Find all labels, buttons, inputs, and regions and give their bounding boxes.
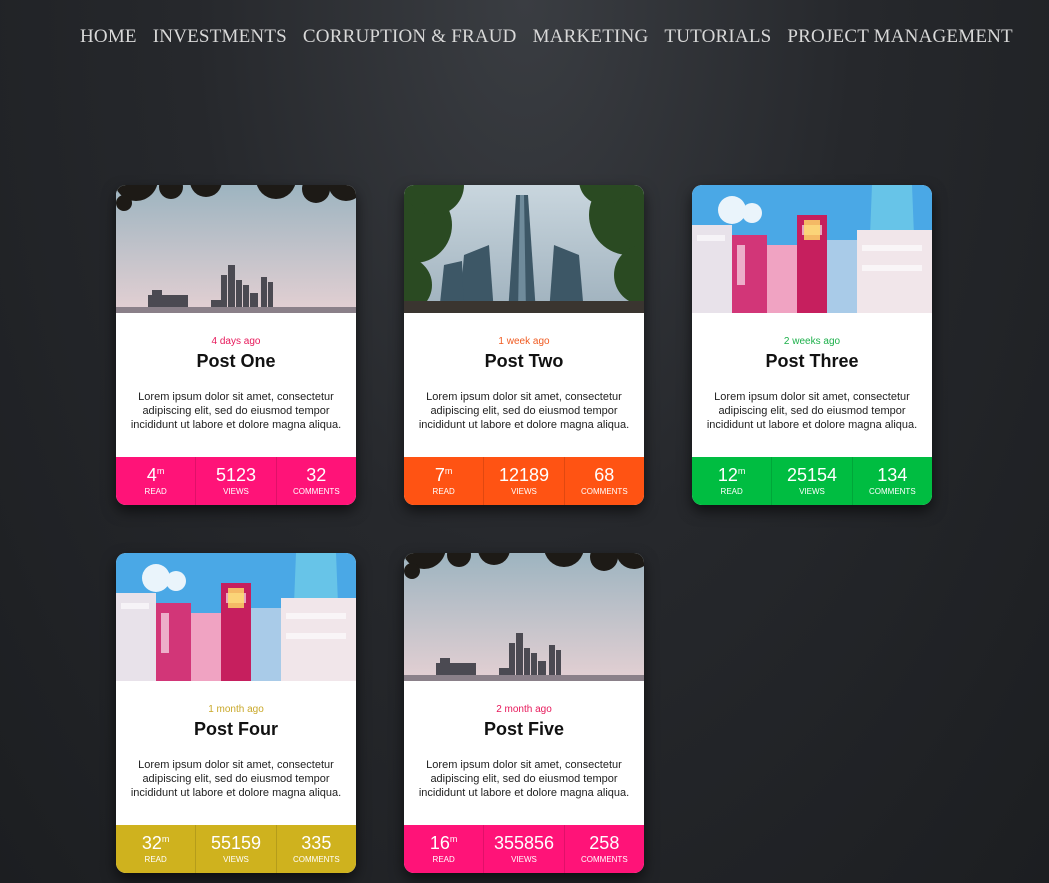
comments-label: COMMENTS xyxy=(580,855,628,864)
read-time-value: 16 xyxy=(429,833,450,853)
views-value: 12189 xyxy=(498,465,550,485)
post-stats: 12m READ 25154 VIEWS 134 COMMENTS xyxy=(692,457,932,505)
post-card[interactable]: 2 month ago Post Five Lorem ipsum dolor … xyxy=(404,553,644,873)
read-time-stat: 4m READ xyxy=(116,457,197,505)
post-date: 4 days ago xyxy=(211,336,261,347)
post-stats: 32m READ 55159 VIEWS 335 COMMENTS xyxy=(116,825,356,873)
post-stats: 4m READ 5123 VIEWS 32 COMMENTS xyxy=(116,457,356,505)
read-time-value: 7 xyxy=(434,465,445,485)
post-title[interactable]: Post Four xyxy=(116,718,356,740)
post-date: 2 month ago xyxy=(496,704,552,715)
views-stat: 25154 VIEWS xyxy=(772,457,853,505)
views-label: VIEWS xyxy=(223,487,249,496)
views-label: VIEWS xyxy=(223,855,249,864)
city-signs-image xyxy=(692,185,932,313)
read-time-unit: m xyxy=(161,834,170,844)
read-time-value: 32 xyxy=(141,833,162,853)
comments-value: 32 xyxy=(306,465,327,485)
read-label: READ xyxy=(144,487,167,496)
comments-value: 258 xyxy=(589,833,620,853)
post-title[interactable]: Post Two xyxy=(404,350,644,372)
main-nav: HOME INVESTMENTS CORRUPTION & FRAUD MARK… xyxy=(80,26,1013,48)
post-excerpt: Lorem ipsum dolor sit amet, consectetur … xyxy=(130,391,342,431)
views-value: 5123 xyxy=(215,465,257,485)
tower-image xyxy=(404,185,644,313)
comments-stat[interactable]: 32 COMMENTS xyxy=(277,457,356,505)
comments-label: COMMENTS xyxy=(292,487,340,496)
skyline-image xyxy=(116,185,356,313)
views-stat: 355856 VIEWS xyxy=(484,825,565,873)
post-stats: 16m READ 355856 VIEWS 258 COMMENTS xyxy=(404,825,644,873)
post-title[interactable]: Post One xyxy=(116,350,356,372)
views-stat: 55159 VIEWS xyxy=(196,825,277,873)
read-time-stat: 12m READ xyxy=(692,457,773,505)
post-card[interactable]: 1 month ago Post Four Lorem ipsum dolor … xyxy=(116,553,356,873)
read-time-value: 12 xyxy=(717,465,738,485)
comments-stat[interactable]: 335 COMMENTS xyxy=(277,825,356,873)
nav-home[interactable]: HOME xyxy=(80,26,137,48)
read-time-unit: m xyxy=(449,834,458,844)
read-time-unit: m xyxy=(156,466,165,476)
read-time-value: 4 xyxy=(146,465,157,485)
post-date: 2 weeks ago xyxy=(783,336,841,347)
views-stat: 12189 VIEWS xyxy=(484,457,565,505)
comments-label: COMMENTS xyxy=(292,855,340,864)
read-label: READ xyxy=(720,487,743,496)
views-value: 55159 xyxy=(210,833,262,853)
post-date: 1 month ago xyxy=(208,704,264,715)
read-time-stat: 16m READ xyxy=(404,825,485,873)
post-card[interactable]: 2 weeks ago Post Three Lorem ipsum dolor… xyxy=(692,185,932,505)
nav-marketing[interactable]: MARKETING xyxy=(533,26,649,48)
post-excerpt: Lorem ipsum dolor sit amet, consectetur … xyxy=(130,759,342,799)
read-time-unit: m xyxy=(737,466,746,476)
views-value: 355856 xyxy=(493,833,555,853)
nav-tutorials[interactable]: TUTORIALS xyxy=(664,26,771,48)
read-label: READ xyxy=(432,855,455,864)
post-card[interactable]: 4 days ago Post One Lorem ipsum dolor si… xyxy=(116,185,356,505)
nav-investments[interactable]: INVESTMENTS xyxy=(153,26,287,48)
post-title[interactable]: Post Five xyxy=(404,718,644,740)
views-stat: 5123 VIEWS xyxy=(196,457,277,505)
post-excerpt: Lorem ipsum dolor sit amet, consectetur … xyxy=(418,391,630,431)
comments-stat[interactable]: 68 COMMENTS xyxy=(565,457,644,505)
read-time-stat: 7m READ xyxy=(404,457,485,505)
views-label: VIEWS xyxy=(511,487,537,496)
comments-value: 68 xyxy=(594,465,615,485)
read-label: READ xyxy=(144,855,167,864)
post-title[interactable]: Post Three xyxy=(692,350,932,372)
post-date: 1 week ago xyxy=(498,336,550,347)
nav-corruption-fraud[interactable]: CORRUPTION & FRAUD xyxy=(303,26,517,48)
comments-value: 335 xyxy=(301,833,332,853)
comments-stat[interactable]: 258 COMMENTS xyxy=(565,825,644,873)
city-signs-image xyxy=(116,553,356,681)
post-card[interactable]: 1 week ago Post Two Lorem ipsum dolor si… xyxy=(404,185,644,505)
read-time-stat: 32m READ xyxy=(116,825,197,873)
read-time-unit: m xyxy=(444,466,453,476)
post-excerpt: Lorem ipsum dolor sit amet, consectetur … xyxy=(706,391,918,431)
comments-value: 134 xyxy=(877,465,908,485)
skyline-image xyxy=(404,553,644,681)
views-value: 25154 xyxy=(786,465,838,485)
views-label: VIEWS xyxy=(799,487,825,496)
comments-stat[interactable]: 134 COMMENTS xyxy=(853,457,932,505)
comments-label: COMMENTS xyxy=(868,487,916,496)
post-stats: 7m READ 12189 VIEWS 68 COMMENTS xyxy=(404,457,644,505)
comments-label: COMMENTS xyxy=(580,487,628,496)
nav-project-management[interactable]: PROJECT MANAGEMENT xyxy=(787,26,1012,48)
post-excerpt: Lorem ipsum dolor sit amet, consectetur … xyxy=(418,759,630,799)
views-label: VIEWS xyxy=(511,855,537,864)
read-label: READ xyxy=(432,487,455,496)
